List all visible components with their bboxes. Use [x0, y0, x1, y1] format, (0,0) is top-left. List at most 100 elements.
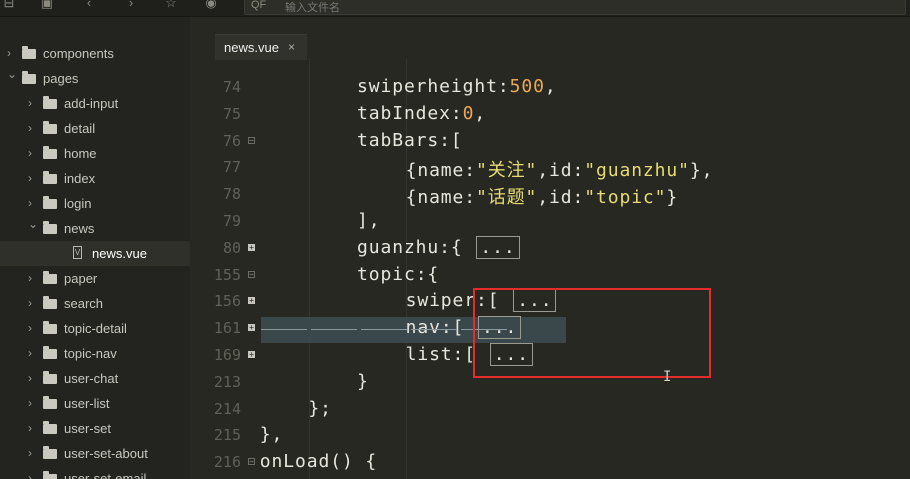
- code-line[interactable]: 215},: [191, 422, 910, 449]
- code-token: "guanzhu": [584, 160, 690, 182]
- line-number: 80: [222, 238, 241, 257]
- sidebar-item-add-input[interactable]: › add-input: [0, 91, 190, 116]
- code-text: }: [357, 371, 369, 392]
- sidebar-item-label: login: [64, 196, 92, 211]
- code-line[interactable]: 74 swiperheight:500,: [191, 74, 910, 101]
- folder-icon: [43, 121, 57, 134]
- tab-news-vue[interactable]: news.vue ×: [215, 34, 307, 60]
- code-line[interactable]: 77 {name:"关注",id:"guanzhu"},: [191, 154, 910, 181]
- code-text: tabIndex:0,: [357, 103, 486, 124]
- close-icon[interactable]: ×: [288, 40, 295, 54]
- sidebar-item-pages[interactable]: ⌄ pages: [0, 66, 190, 91]
- code-line[interactable]: 75 tabIndex:0,: [191, 101, 910, 128]
- sidebar-item-label: user-chat: [64, 371, 119, 386]
- save-icon[interactable]: ▣: [38, 0, 56, 12]
- chevron-down-icon[interactable]: ⌄: [7, 67, 17, 81]
- chevron-right-icon[interactable]: ›: [28, 346, 38, 360]
- expand-fold-icon[interactable]: +: [248, 243, 255, 251]
- chevron-right-icon[interactable]: ›: [28, 421, 38, 435]
- code-line[interactable]: 214};: [191, 396, 910, 423]
- star-icon[interactable]: ☆: [162, 0, 180, 12]
- chevron-right-icon[interactable]: ›: [28, 146, 38, 160]
- chevron-right-icon[interactable]: ›: [28, 446, 38, 460]
- back-arrow-icon[interactable]: ‹: [80, 0, 98, 12]
- sidebar-item-topic-nav[interactable]: › topic-nav: [0, 341, 190, 366]
- chevron-right-icon[interactable]: ›: [28, 271, 38, 285]
- chevron-right-icon[interactable]: ›: [28, 196, 38, 210]
- folder-icon: [43, 321, 57, 334]
- chevron-right-icon[interactable]: ›: [28, 121, 38, 135]
- expand-fold-icon[interactable]: +: [248, 351, 255, 359]
- sidebar-toggle-icon[interactable]: ⊟: [0, 0, 18, 12]
- folder-icon: [43, 271, 57, 284]
- line-number: 76: [222, 131, 241, 150]
- line-number: 169: [213, 346, 241, 364]
- file-search-input[interactable]: QF 输入文件名: [244, 0, 906, 15]
- chevron-right-icon[interactable]: ›: [28, 371, 38, 385]
- chevron-right-icon[interactable]: ›: [28, 171, 38, 185]
- folder-icon: [43, 296, 57, 309]
- code-line[interactable]: 80 + guanzhu:{ ...: [191, 235, 910, 262]
- sidebar-item-label: news.vue: [92, 246, 147, 261]
- sidebar-item-news-vue[interactable]: Vnews.vue: [0, 241, 190, 266]
- fold-guide-line: [311, 329, 357, 330]
- sidebar-item-user-list[interactable]: › user-list: [0, 391, 190, 416]
- sidebar-item-user-chat[interactable]: › user-chat: [0, 366, 190, 391]
- folder-icon: [43, 146, 57, 159]
- sidebar-item-label: news: [64, 221, 95, 236]
- chevron-right-icon[interactable]: ›: [28, 396, 38, 410]
- text-cursor-icon: I: [663, 369, 672, 385]
- code-token: list: [405, 344, 453, 365]
- code-text: };: [308, 398, 331, 419]
- chevron-right-icon[interactable]: ›: [28, 296, 38, 310]
- sidebar-item-user-set[interactable]: › user-set: [0, 416, 190, 441]
- code-editor[interactable]: news.vue × 74 swiperheight:500, 75 tabIndex…: [191, 17, 910, 479]
- expand-fold-icon[interactable]: +: [248, 297, 255, 305]
- code-token: ],: [357, 210, 381, 231]
- code-token: },: [689, 160, 714, 182]
- sidebar-item-components[interactable]: › components: [0, 41, 190, 66]
- folder-icon: [43, 346, 57, 359]
- sidebar-item-detail[interactable]: › detail: [0, 116, 190, 141]
- sidebar-item-label: user-set-about: [64, 446, 148, 461]
- chevron-down-icon[interactable]: ⌄: [28, 217, 38, 231]
- chevron-right-icon[interactable]: ›: [7, 46, 17, 60]
- sidebar-item-label: add-input: [64, 96, 119, 111]
- run-icon[interactable]: ◉: [202, 0, 220, 12]
- collapse-fold-icon[interactable]: −: [248, 458, 255, 466]
- sidebar-item-login[interactable]: › login: [0, 191, 190, 216]
- code-line[interactable]: 78 {name:"话题",id:"topic"}: [191, 181, 910, 208]
- code-token: };: [308, 397, 332, 419]
- code-line[interactable]: 216− onLoad() {: [191, 449, 910, 476]
- sidebar-item-user-set-about[interactable]: › user-set-about: [0, 441, 190, 466]
- folded-region-marker[interactable]: ...: [476, 235, 520, 259]
- code-text: tabBars:[: [357, 130, 463, 151]
- code-token: ,: [544, 76, 557, 97]
- line-number: 79: [222, 212, 241, 230]
- sidebar-item-search[interactable]: › search: [0, 291, 190, 316]
- sidebar-item-index[interactable]: › index: [0, 166, 190, 191]
- chevron-right-icon[interactable]: ›: [28, 321, 38, 335]
- folder-icon: [43, 196, 57, 209]
- fold-guide-line: [261, 329, 307, 330]
- forward-arrow-icon[interactable]: ›: [122, 0, 140, 12]
- code-line[interactable]: 79],: [191, 208, 910, 235]
- collapse-fold-icon[interactable]: −: [248, 270, 255, 278]
- chevron-right-icon[interactable]: ›: [28, 471, 38, 479]
- chevron-right-icon[interactable]: ›: [28, 96, 38, 110]
- code-line[interactable]: 155− topic:{: [191, 262, 910, 289]
- expand-fold-icon[interactable]: +: [248, 324, 255, 332]
- code-token: topic: [357, 263, 416, 285]
- code-token: :: [450, 102, 463, 124]
- code-token: },: [259, 424, 284, 446]
- code-token: "关注": [476, 160, 538, 182]
- code-token: :: [497, 76, 510, 97]
- folder-icon: [43, 96, 57, 109]
- code-line[interactable]: 76− tabBars:[: [191, 128, 910, 155]
- sidebar-item-home[interactable]: › home: [0, 141, 190, 166]
- sidebar-item-news[interactable]: ⌄ news: [0, 216, 190, 241]
- sidebar-item-paper[interactable]: › paper: [0, 266, 190, 291]
- sidebar-item-user-set-email[interactable]: › user-set-email: [0, 466, 190, 479]
- sidebar-item-topic-detail[interactable]: › topic-detail: [0, 316, 190, 341]
- collapse-fold-icon[interactable]: −: [248, 136, 255, 144]
